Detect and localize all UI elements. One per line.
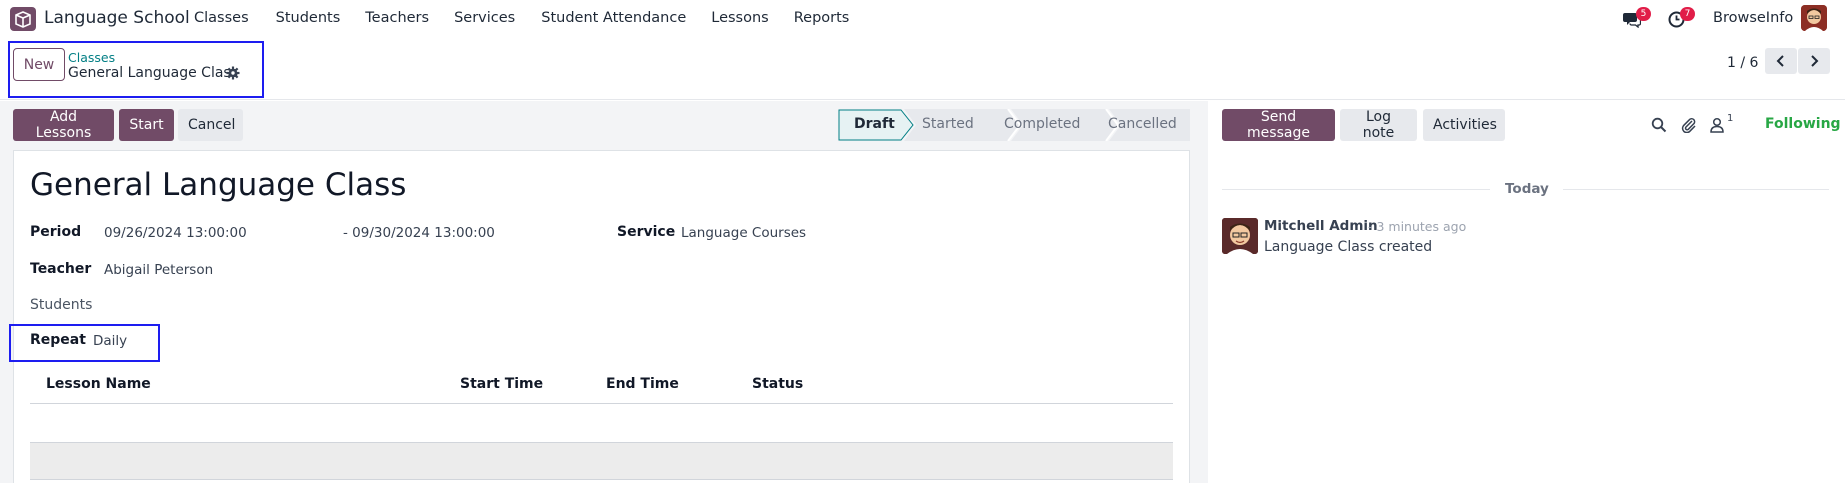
pager-previous-button[interactable]: [1765, 48, 1797, 74]
box-app-icon[interactable]: [10, 7, 36, 31]
add-lessons-button[interactable]: Add Lessons: [13, 109, 114, 141]
record-name-field[interactable]: General Language Class: [30, 167, 406, 203]
date-separator-line-right: [1563, 189, 1829, 190]
service-field[interactable]: Language Courses: [681, 225, 806, 241]
menu-item-students[interactable]: Students: [276, 10, 341, 26]
column-header-status[interactable]: Status: [752, 376, 803, 392]
log-note-button[interactable]: Log note: [1340, 109, 1417, 141]
column-header-start-time[interactable]: Start Time: [460, 376, 543, 392]
user-avatar[interactable]: [1801, 5, 1827, 31]
search-icon[interactable]: [1651, 117, 1667, 133]
menu-item-reports[interactable]: Reports: [794, 10, 850, 26]
main-menu: Classes Students Teachers Services Stude…: [194, 10, 849, 26]
period-end-field[interactable]: - 09/30/2024 13:00:00: [343, 225, 495, 241]
message-timestamp: - 3 minutes ago: [1368, 219, 1467, 234]
pager-value[interactable]: 1 / 6: [1727, 55, 1758, 71]
chevron-left-icon: [1776, 55, 1784, 67]
paperclip-icon[interactable]: [1681, 117, 1697, 133]
column-header-end-time[interactable]: End Time: [606, 376, 679, 392]
app-name[interactable]: Language School: [44, 8, 190, 28]
menu-item-lessons[interactable]: Lessons: [711, 10, 768, 26]
service-label: Service: [617, 224, 676, 240]
following-toggle[interactable]: Following: [1765, 116, 1841, 132]
message-author[interactable]: Mitchell Admin: [1264, 218, 1378, 234]
user-menu-name[interactable]: BrowseInfo: [1713, 10, 1793, 26]
chatter-panel: [1208, 101, 1845, 483]
date-separator-line-left: [1222, 189, 1490, 190]
pager-next-button[interactable]: [1798, 48, 1830, 74]
stage-completed[interactable]: Completed: [1004, 116, 1080, 132]
stage-draft[interactable]: Draft: [854, 116, 895, 132]
menu-item-classes[interactable]: Classes: [194, 10, 249, 26]
followers-count: 1: [1727, 113, 1734, 124]
period-start-field[interactable]: 09/26/2024 13:00:00: [104, 225, 247, 241]
table-header-divider: [30, 403, 1173, 404]
chevron-right-icon: [1811, 55, 1819, 67]
teacher-field[interactable]: Abigail Peterson: [104, 262, 213, 278]
menu-item-teachers[interactable]: Teachers: [365, 10, 429, 26]
message-author-avatar[interactable]: [1222, 218, 1258, 254]
annotation-box-repeat: [9, 324, 160, 362]
activities-badge: 7: [1680, 7, 1695, 21]
period-label: Period: [30, 224, 82, 240]
activities-button[interactable]: Activities: [1423, 109, 1505, 141]
followers-person-icon[interactable]: [1709, 117, 1725, 133]
annotation-box-breadcrumb: [8, 41, 264, 98]
start-button[interactable]: Start: [119, 109, 174, 141]
menu-item-services[interactable]: Services: [454, 10, 515, 26]
control-panel: New Classes General Language Class 1 / 6: [0, 38, 1845, 100]
column-header-lesson-name[interactable]: Lesson Name: [46, 376, 151, 392]
table-empty-row: [30, 442, 1173, 480]
cancel-button[interactable]: Cancel: [178, 109, 243, 141]
stage-cancelled[interactable]: Cancelled: [1108, 116, 1177, 132]
date-separator: Today: [1505, 181, 1549, 197]
send-message-button[interactable]: Send message: [1222, 109, 1335, 141]
top-navbar: Language School Classes Students Teacher…: [0, 0, 1845, 38]
teacher-label: Teacher: [30, 261, 92, 277]
menu-item-student-attendance[interactable]: Student Attendance: [541, 10, 686, 26]
stage-started[interactable]: Started: [922, 116, 974, 132]
message-body: Language Class created: [1264, 239, 1433, 255]
messages-badge: 5: [1636, 7, 1651, 21]
students-label: Students: [30, 297, 93, 313]
